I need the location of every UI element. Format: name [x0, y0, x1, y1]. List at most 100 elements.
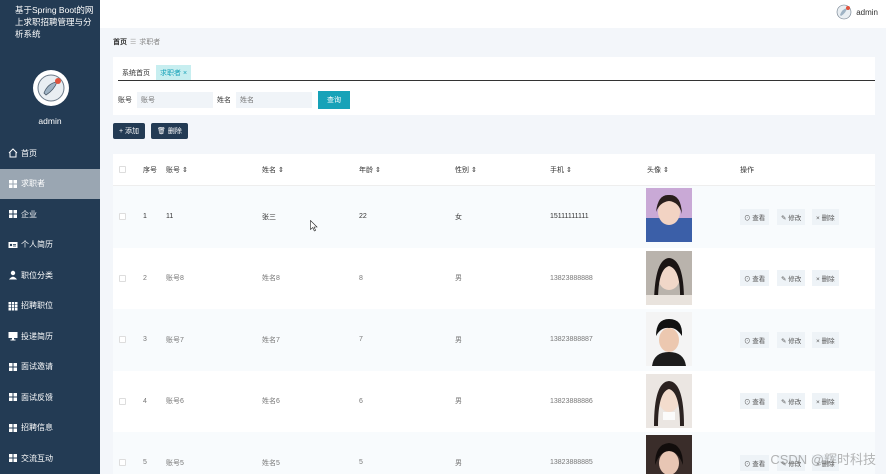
avatar[interactable] [33, 70, 69, 106]
header-name[interactable]: 姓名 ⇕ [262, 165, 284, 175]
select-all-checkbox[interactable] [119, 166, 126, 173]
sidebar-item-resumes[interactable]: 个人简历 [0, 230, 100, 261]
sidebar-item-submit-resume[interactable]: 投递简历 [0, 321, 100, 352]
row-checkbox[interactable] [119, 213, 126, 221]
row-delete-button[interactable]: × 删除 [812, 393, 839, 410]
cell-index: 1 [143, 213, 147, 221]
sidebar-item-interaction[interactable]: 交流互动 [0, 443, 100, 474]
row-checkbox[interactable] [119, 397, 126, 405]
edit-button[interactable]: ✎ 修改 [777, 208, 806, 225]
table-header: 序号 账号 ⇕ 姓名 ⇕ 年龄 ⇕ 性别 ⇕ 手机 ⇕ 头像 ⇕ 操作 [113, 154, 875, 186]
grid-icon [9, 362, 17, 371]
row-delete-button[interactable]: × 删除 [812, 331, 839, 348]
data-table: 序号 账号 ⇕ 姓名 ⇕ 年龄 ⇕ 性别 ⇕ 手机 ⇕ 头像 ⇕ 操作 1 11… [113, 154, 875, 474]
cell-phone: 13823888887 [550, 336, 593, 344]
row-checkbox[interactable] [119, 336, 126, 344]
row-delete-button[interactable]: × 删除 [812, 270, 839, 287]
sidebar-item-label: 个人简历 [21, 240, 53, 250]
grid-icon [9, 179, 17, 188]
query-button[interactable]: 查询 [318, 91, 350, 109]
name-search-input[interactable] [236, 92, 312, 108]
view-button[interactable]: ⊙ 查看 [740, 331, 770, 348]
sidebar-item-companies[interactable]: 企业 [0, 199, 100, 230]
account-label: 账号 [118, 97, 132, 104]
header-account[interactable]: 账号 ⇕ [166, 165, 188, 175]
search-form: 账号 姓名 查询 [118, 91, 350, 109]
sidebar-item-job-positions[interactable]: 招聘职位 [0, 291, 100, 322]
app-title: 基于Spring Boot的网上求职招聘管理与分析系统 [15, 5, 94, 39]
header-operations: 操作 [740, 166, 754, 174]
cell-account: 11 [166, 213, 174, 221]
view-button[interactable]: ⊙ 查看 [740, 208, 770, 225]
view-button[interactable]: ⊙ 查看 [740, 270, 770, 287]
edit-button[interactable]: ✎ 修改 [777, 270, 806, 287]
sidebar-item-label: 面试邀请 [21, 362, 53, 372]
sidebar-item-interview-feedback[interactable]: 面试反馈 [0, 382, 100, 413]
tab-system-home[interactable]: 系统首页 [118, 65, 154, 80]
sidebar-item-label: 首页 [21, 148, 37, 158]
delete-button[interactable]: 🗑 删除 [151, 123, 188, 139]
cell-name: 姓名7 [262, 336, 280, 344]
name-label: 姓名 [217, 97, 231, 104]
sidebar-item-label: 企业 [21, 209, 37, 219]
table-row: 1 11 张三 22 女 15111111111 ⊙ 查看 ✎ 修改 × 删除 [113, 186, 875, 248]
header-avatar[interactable]: 头像 ⇕ [647, 165, 669, 175]
sidebar-item-jobseekers[interactable]: 求职者 [0, 168, 100, 199]
breadcrumb-home[interactable]: 首页 [113, 39, 127, 46]
sidebar-username: admin [38, 116, 62, 126]
cell-index: 2 [143, 274, 147, 282]
table-row: 5 账号5 姓名5 5 男 13823888885 ⊙ 查看 ✎ 修改 × 删除 [113, 432, 875, 474]
row-checkbox[interactable] [119, 274, 126, 282]
header-gender[interactable]: 性别 ⇕ [455, 165, 477, 175]
row-checkbox[interactable] [119, 459, 126, 467]
avatar-photo [646, 188, 692, 242]
top-bar: admin [100, 0, 886, 28]
cell-account: 账号7 [166, 336, 184, 344]
cell-age: 8 [359, 274, 363, 282]
cell-age: 22 [359, 213, 367, 221]
header-age[interactable]: 年龄 ⇕ [359, 165, 381, 175]
sidebar-item-label: 投递简历 [21, 331, 53, 341]
user-icon [9, 271, 17, 280]
edit-button[interactable]: ✎ 修改 [777, 393, 806, 410]
avatar-photo [646, 435, 692, 474]
add-button[interactable]: + 添加 [113, 123, 146, 139]
cell-gender: 男 [455, 398, 462, 406]
breadcrumb-separator: ☰ [130, 39, 137, 46]
breadcrumb: 首页 ☰ 求职者 [113, 37, 160, 47]
tab-bar: 系统首页 求职者 × [118, 65, 875, 81]
cell-gender: 女 [455, 213, 462, 221]
header-phone[interactable]: 手机 ⇕ [550, 165, 572, 175]
cell-index: 4 [143, 397, 147, 405]
cell-age: 6 [359, 397, 363, 405]
view-button[interactable]: ⊙ 查看 [740, 393, 770, 410]
sidebar-item-label: 职位分类 [21, 270, 53, 280]
table-row: 2 账号8 姓名8 8 男 13823888888 ⊙ 查看 ✎ 修改 × 删除 [113, 248, 875, 310]
edit-button[interactable]: ✎ 修改 [777, 331, 806, 348]
sidebar-item-label: 交流互动 [21, 453, 53, 463]
cell-name: 姓名8 [262, 275, 280, 283]
id-card-icon [8, 241, 18, 248]
view-button[interactable]: ⊙ 查看 [740, 454, 770, 471]
watermark: CSDN @辉时科技 [770, 452, 876, 467]
top-user-menu[interactable]: admin [836, 4, 878, 20]
grid-icon [9, 210, 17, 219]
cell-phone: 13823888886 [550, 397, 593, 405]
sidebar-item-label: 面试反馈 [21, 392, 53, 402]
cell-account: 账号6 [166, 398, 184, 406]
sidebar-item-label: 求职者 [21, 179, 45, 189]
table-row: 3 账号7 姓名7 7 男 13823888887 ⊙ 查看 ✎ 修改 × 删除 [113, 309, 875, 371]
sidebar-item-interview-invites[interactable]: 面试邀请 [0, 352, 100, 383]
sidebar-item-job-categories[interactable]: 职位分类 [0, 260, 100, 291]
sidebar: 基于Spring Boot的网上求职招聘管理与分析系统 admin 首页 求职者… [0, 0, 100, 474]
account-search-input[interactable] [137, 92, 213, 108]
sidebar-item-home[interactable]: 首页 [0, 138, 100, 169]
tab-jobseekers[interactable]: 求职者 × [156, 65, 192, 80]
action-bar: + 添加 🗑 删除 [113, 123, 188, 139]
monitor-icon [8, 332, 18, 341]
row-delete-button[interactable]: × 删除 [812, 208, 839, 225]
breadcrumb-current: 求职者 [139, 39, 161, 46]
cell-age: 5 [359, 459, 363, 467]
avatar-photo [646, 312, 692, 366]
sidebar-item-recruitment-info[interactable]: 招聘信息 [0, 413, 100, 444]
